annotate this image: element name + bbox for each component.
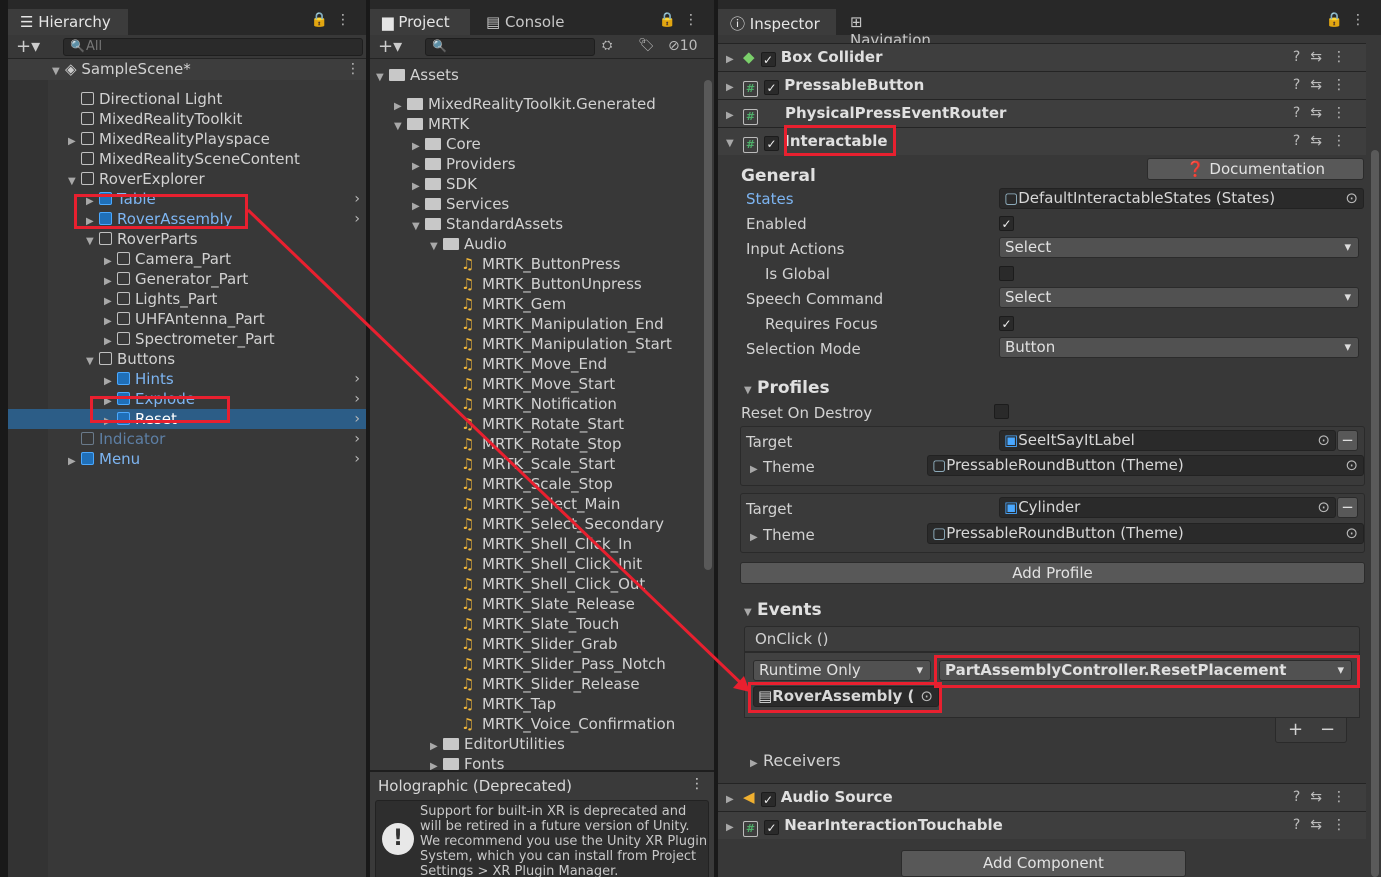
- arrow-line: [246, 208, 748, 690]
- annotation-arrow: [246, 208, 750, 692]
